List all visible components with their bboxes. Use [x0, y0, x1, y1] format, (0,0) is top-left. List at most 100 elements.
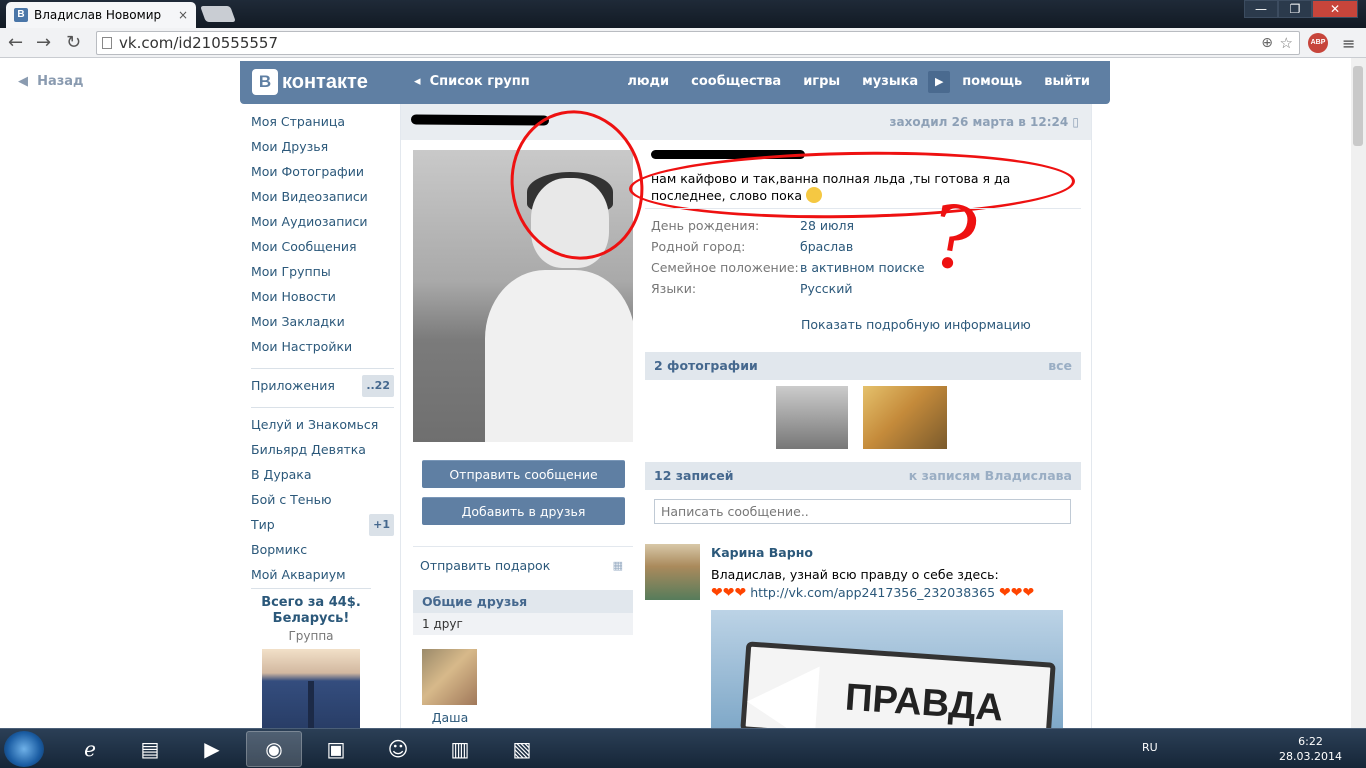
menu-my-videos[interactable]: Мои Видеозаписи — [251, 188, 396, 213]
app-avatar-icon[interactable]: ☺ — [370, 731, 426, 767]
wall-section-header: 12 записей к записям Владислава — [645, 462, 1081, 490]
page-icon — [102, 37, 112, 49]
zoom-icon[interactable]: ⊕ — [1261, 32, 1273, 54]
menu-my-messages[interactable]: Мои Сообщения — [251, 238, 396, 263]
url-text: vk.com/id210555557 — [119, 34, 279, 52]
bookmark-star-icon[interactable]: ☆ — [1280, 32, 1293, 54]
windows-taskbar: ℯ ▤ ▶ ◉ ▣ ☺ ▥ ▧ RU 6:22 28.03.2014 — [0, 728, 1366, 768]
menu-my-audio[interactable]: Мои Аудиозаписи — [251, 213, 396, 238]
menu-game-6[interactable]: Вормикс — [251, 541, 396, 566]
language-indicator[interactable]: RU — [1142, 741, 1158, 754]
info-value[interactable]: в активном поиске — [800, 260, 925, 281]
promo-subtitle: Группа — [288, 629, 334, 643]
minimize-button[interactable]: — — [1244, 0, 1278, 18]
groups-list-link[interactable]: ◂ Список групп — [414, 74, 530, 89]
browser-titlebar: В Владислав Новомир × — ❐ ✕ — [0, 0, 1366, 28]
nav-communities[interactable]: сообщества — [691, 74, 781, 93]
post-image[interactable]: ПРАВДА — [711, 610, 1063, 729]
menu-game-tir[interactable]: Тир +1 — [251, 514, 396, 541]
tir-count-badge: +1 — [369, 514, 394, 536]
document-icon[interactable]: ▣ — [308, 731, 364, 767]
explorer-icon[interactable]: ▤ — [122, 731, 178, 767]
ie-icon[interactable]: ℯ — [62, 731, 118, 767]
nav-people[interactable]: люди — [627, 74, 669, 93]
menu-my-friends[interactable]: Мои Друзья — [251, 138, 396, 163]
new-tab-button[interactable] — [200, 6, 236, 22]
friend-avatar[interactable] — [422, 649, 477, 705]
menu-my-page[interactable]: Моя Страница — [251, 113, 396, 138]
info-value[interactable]: браслав — [800, 239, 853, 260]
clock[interactable]: 6:22 28.03.2014 — [1279, 734, 1342, 764]
post-author-name[interactable]: Карина Варно — [711, 545, 813, 560]
info-divider — [645, 208, 1081, 209]
picture-viewer-icon[interactable]: ▧ — [494, 731, 550, 767]
wall-link[interactable]: к записям Владислава — [909, 462, 1072, 490]
wall-title[interactable]: 12 записей — [654, 468, 734, 483]
menu-game-2[interactable]: Бильярд Девятка — [251, 441, 396, 466]
show-more-info-link[interactable]: Показать подробную информацию — [801, 317, 1031, 332]
info-label: День рождения: — [651, 218, 760, 233]
menu-my-bookmarks[interactable]: Мои Закладки — [251, 313, 396, 338]
chrome-taskbar-icon[interactable]: ◉ — [246, 731, 302, 767]
post-text: Владислав, узнай всю правду о себе здесь… — [711, 566, 1071, 602]
vk-logo-icon: В — [252, 69, 278, 95]
add-friend-button[interactable]: Добавить в друзья — [422, 497, 625, 525]
clock-time: 6:22 — [1298, 735, 1323, 748]
page-scrollbar[interactable] — [1351, 58, 1366, 728]
menu-apps[interactable]: Приложения ..22 — [251, 375, 396, 402]
nav-help[interactable]: помощь — [962, 74, 1022, 93]
window-controls: — ❐ ✕ — [1244, 0, 1358, 18]
clock-date: 28.03.2014 — [1279, 750, 1342, 763]
menu-my-groups[interactable]: Мои Группы — [251, 263, 396, 288]
photos-section-header: 2 фотографии все — [645, 352, 1081, 380]
menu-my-photos[interactable]: Мои Фотографии — [251, 163, 396, 188]
close-window-button[interactable]: ✕ — [1312, 0, 1358, 18]
post-author-avatar[interactable] — [645, 544, 700, 600]
chrome-menu-icon[interactable]: ≡ — [1342, 34, 1355, 53]
nav-logout[interactable]: выйти — [1044, 74, 1090, 93]
photos-all-link[interactable]: все — [1048, 352, 1072, 380]
media-player-icon[interactable]: ▶ — [184, 731, 240, 767]
close-tab-icon[interactable]: × — [178, 8, 188, 22]
back-arrow-icon[interactable]: ← — [8, 33, 23, 53]
menu-my-news[interactable]: Мои Новости — [251, 288, 396, 313]
photo-thumbnail[interactable] — [776, 386, 848, 449]
menu-game-3[interactable]: В Дурака — [251, 466, 396, 491]
winrar-icon[interactable]: ▥ — [432, 731, 488, 767]
nav-music[interactable]: музыка — [862, 74, 918, 93]
top-nav: люди сообщества игры музыка ▶ помощь вый… — [627, 71, 1090, 93]
scrollbar-thumb[interactable] — [1353, 66, 1363, 146]
promo-block[interactable]: Всего за 44$. Беларусь! Группа — [251, 588, 371, 729]
play-icon[interactable]: ▶ — [928, 71, 951, 93]
address-bar[interactable]: vk.com/id210555557 ⊕ ☆ — [96, 31, 1300, 55]
info-value[interactable]: Русский — [800, 281, 852, 302]
info-value[interactable]: 28 июля — [800, 218, 854, 239]
photo-thumbnail[interactable] — [863, 386, 947, 449]
promo-title: Всего за 44$. Беларусь! — [261, 595, 361, 626]
browser-tab[interactable]: В Владислав Новомир × — [6, 2, 196, 28]
info-label: Семейное положение: — [651, 260, 799, 275]
post-link[interactable]: http://vk.com/app2417356_232038365 — [750, 585, 995, 600]
adblock-icon[interactable]: ABP — [1308, 33, 1328, 53]
nav-games[interactable]: игры — [803, 74, 840, 93]
forward-arrow-icon[interactable]: → — [36, 33, 51, 53]
menu-game-4[interactable]: Бой с Тенью — [251, 491, 396, 516]
photos-title[interactable]: 2 фотографии — [654, 358, 758, 373]
vk-logo[interactable]: В контакте — [252, 69, 368, 95]
maximize-button[interactable]: ❐ — [1278, 0, 1312, 18]
common-friends-header[interactable]: Общие друзья — [413, 590, 633, 613]
send-message-button[interactable]: Отправить сообщение — [422, 460, 625, 488]
reload-icon[interactable]: ↻ — [66, 33, 81, 53]
last-seen-text: заходил 26 марта в 12:24 — [889, 115, 1069, 129]
send-gift-link[interactable]: Отправить подарок ▦ — [413, 546, 633, 584]
friend-name[interactable]: Даша — [413, 710, 487, 725]
menu-game-tir-label: Тир — [251, 517, 275, 532]
back-link[interactable]: ◀ Назад — [18, 74, 84, 89]
info-label: Родной город: — [651, 239, 746, 254]
menu-game-1[interactable]: Целуй и Знакомься — [251, 416, 396, 441]
wall-post-input[interactable]: Написать сообщение.. — [654, 499, 1071, 524]
left-menu: Моя Страница Мои Друзья Мои Фотографии М… — [251, 113, 396, 591]
profile-info: День рождения: 28 июля Родной город: бра… — [651, 218, 925, 302]
start-button-icon[interactable] — [4, 731, 44, 767]
menu-my-settings[interactable]: Мои Настройки — [251, 338, 396, 363]
